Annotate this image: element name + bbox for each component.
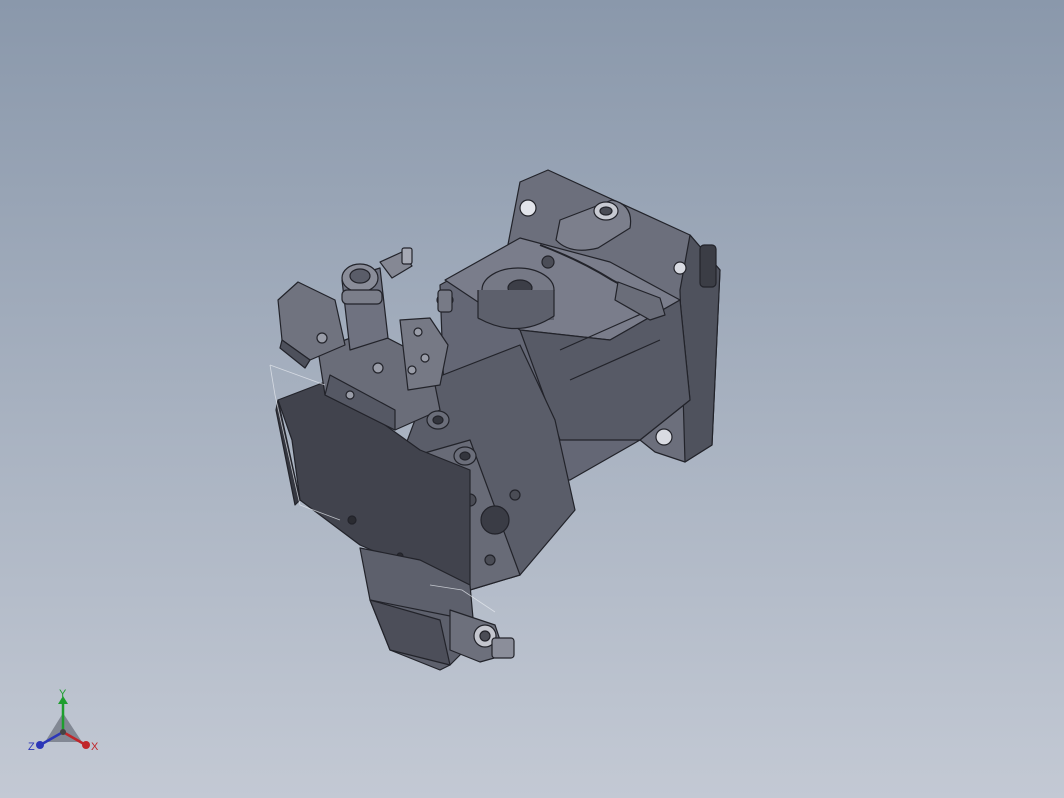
z-axis-label: Z (28, 741, 35, 753)
x-axis-arrow (82, 741, 90, 749)
orientation-triad: Y X Z (28, 688, 99, 753)
3d-viewport[interactable]: Y X Z (0, 0, 1064, 798)
x-axis-label: X (91, 741, 99, 753)
z-axis-arrow (36, 741, 44, 749)
y-axis-label: Y (59, 688, 67, 700)
